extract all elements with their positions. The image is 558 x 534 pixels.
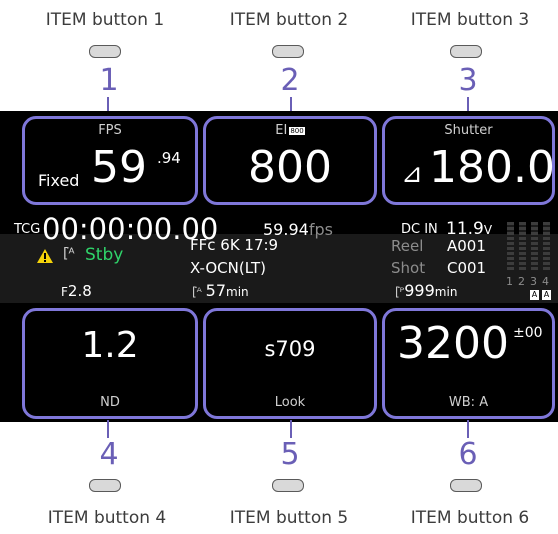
callout-number-3: 3 bbox=[458, 63, 478, 98]
rec-state: Stby bbox=[85, 245, 124, 265]
remain-readout: [͘ᴬ 57min bbox=[192, 281, 249, 300]
shutter-value: 180.0 bbox=[429, 142, 555, 193]
fps-value: 59 bbox=[91, 142, 147, 193]
proxy-readout: [͘ᴾ999min bbox=[395, 281, 457, 300]
proxy-value: 999 bbox=[404, 281, 435, 300]
item-button-6-label: ITEM button 6 bbox=[410, 508, 530, 528]
item-button-4[interactable] bbox=[89, 479, 121, 492]
camera-screen: FPS Fixed 59 .94 EI 800 800 Shutter ⊿ 180… bbox=[0, 111, 558, 422]
audio-ch-2: 2 bbox=[518, 275, 525, 288]
audio-tag-4: A bbox=[542, 290, 551, 300]
proxy-media-icon: [͘ᴾ bbox=[395, 285, 405, 299]
audio-meter-3 bbox=[531, 222, 538, 272]
look-value: s709 bbox=[264, 337, 316, 361]
shot-value: C001 bbox=[447, 259, 487, 277]
format-line-1: FFc 6K 17:9 bbox=[190, 236, 279, 254]
callout-number-1: 1 bbox=[99, 63, 119, 98]
dc-in-value: 11.9 bbox=[446, 219, 484, 239]
fps-mode: Fixed bbox=[38, 171, 80, 190]
item-button-2[interactable] bbox=[272, 45, 304, 58]
nd-panel[interactable]: 1.2 ND bbox=[22, 308, 198, 419]
ei-value: 800 bbox=[248, 142, 332, 193]
audio-meter-4 bbox=[543, 222, 550, 272]
shutter-angle-icon: ⊿ bbox=[401, 159, 423, 189]
item-button-2-label: ITEM button 2 bbox=[229, 10, 349, 30]
ei-panel[interactable]: EI 800 800 bbox=[203, 116, 377, 205]
item-button-5[interactable] bbox=[272, 479, 304, 492]
callout-number-5: 5 bbox=[280, 437, 300, 472]
status-area: TCG 00:00:00.00 59.94fps DC IN 11.9V [͘ᴬ… bbox=[0, 212, 558, 303]
iris-value: 2.8 bbox=[67, 282, 92, 300]
format-line-2: X-OCN(LT) bbox=[190, 259, 267, 277]
callout-line-6 bbox=[467, 420, 469, 438]
look-panel[interactable]: s709 Look bbox=[203, 308, 377, 419]
item-button-3-label: ITEM button 3 bbox=[410, 10, 530, 30]
item-button-3[interactable] bbox=[450, 45, 482, 58]
callout-number-6: 6 bbox=[458, 437, 478, 472]
shot-label: Shot bbox=[391, 259, 426, 277]
audio-ch-1: 1 bbox=[506, 275, 513, 288]
item-button-6[interactable] bbox=[450, 479, 482, 492]
audio-ch-3: 3 bbox=[530, 275, 537, 288]
remain-value: 57 bbox=[205, 281, 227, 300]
look-label: Look bbox=[274, 395, 306, 410]
dc-in-unit: V bbox=[483, 223, 493, 237]
item-button-1-label: ITEM button 1 bbox=[45, 10, 165, 30]
fps-label: FPS bbox=[98, 123, 122, 138]
fps-panel[interactable]: FPS Fixed 59 .94 bbox=[22, 116, 198, 205]
wb-value: 3200 bbox=[397, 318, 509, 369]
fps-decimal: .94 bbox=[157, 149, 181, 167]
iris-readout: F2.8 bbox=[61, 282, 92, 300]
reel-label: Reel bbox=[391, 237, 424, 255]
nd-label: ND bbox=[100, 395, 120, 410]
audio-meter-1 bbox=[507, 222, 514, 272]
callout-number-2: 2 bbox=[280, 63, 300, 98]
item-button-5-label: ITEM button 5 bbox=[229, 508, 349, 528]
media-remain-icon: [͘ᴬ bbox=[192, 285, 206, 299]
audio-ch-4: 4 bbox=[542, 275, 549, 288]
shutter-panel[interactable]: Shutter ⊿ 180.0 bbox=[382, 116, 555, 205]
item-button-4-label: ITEM button 4 bbox=[47, 508, 167, 528]
audio-meter-2 bbox=[519, 222, 526, 272]
dc-in-label: DC IN bbox=[401, 222, 438, 237]
nd-value: 1.2 bbox=[81, 325, 139, 366]
dc-in-readout: 11.9V bbox=[446, 219, 492, 239]
remain-unit: min bbox=[226, 285, 249, 299]
warning-icon bbox=[37, 249, 53, 263]
callout-number-4: 4 bbox=[99, 437, 119, 472]
callout-line-4 bbox=[107, 420, 109, 438]
audio-level-meters: 1 2 3 4 bbox=[505, 222, 553, 292]
shutter-label: Shutter bbox=[444, 123, 493, 138]
ei-tag: 800 bbox=[289, 126, 305, 135]
iris-prefix: F bbox=[61, 285, 68, 299]
audio-tag-3: A bbox=[530, 290, 539, 300]
item-button-1[interactable] bbox=[89, 45, 121, 58]
media-a-icon: [͘ᴬ bbox=[63, 246, 75, 262]
tc-label: TCG bbox=[14, 222, 41, 237]
wb-offset: ±00 bbox=[513, 325, 543, 341]
wb-label: WB: A bbox=[448, 395, 489, 410]
ei-label-row: EI 800 bbox=[206, 123, 374, 138]
callout-line-5 bbox=[290, 420, 292, 438]
wb-panel[interactable]: 3200 ±00 WB: A bbox=[382, 308, 555, 419]
reel-value: A001 bbox=[447, 237, 486, 255]
fps-readout-unit: fps bbox=[308, 220, 333, 239]
proxy-unit: min bbox=[434, 285, 458, 299]
ei-label: EI bbox=[275, 123, 288, 138]
